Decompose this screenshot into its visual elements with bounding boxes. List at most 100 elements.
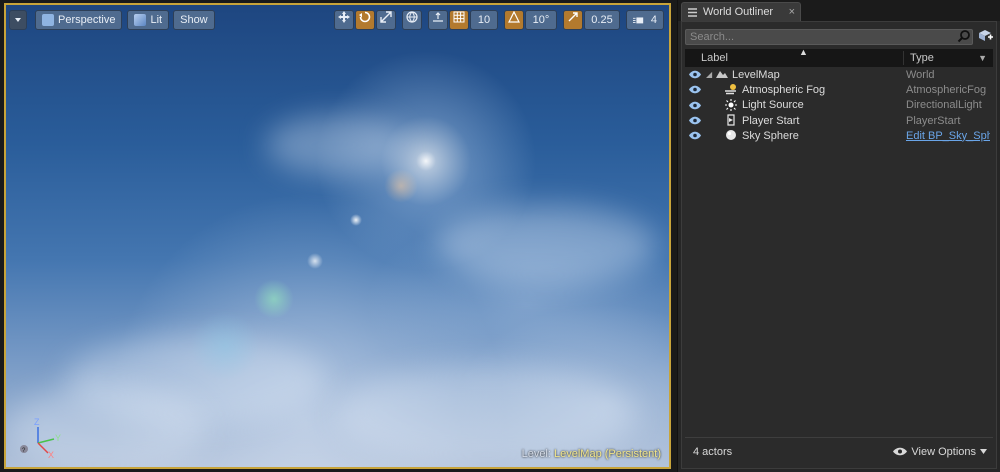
view-options-button[interactable]: View Options [893, 446, 987, 458]
scale-snap-icon [568, 12, 578, 22]
grid-snap-value[interactable]: 10 [470, 10, 498, 30]
lens-flare [307, 253, 323, 269]
world-local-toggle[interactable] [402, 10, 422, 30]
show-label: Show [180, 14, 208, 26]
actor-label: LevelMap [732, 68, 780, 81]
scale-snap-button[interactable] [563, 10, 583, 30]
search-row [685, 28, 993, 46]
actor-type: DirectionalLight [906, 99, 982, 112]
world-outliner-panel: World Outliner × Label ▲ Type ▼ ◢ [677, 0, 1000, 472]
viewport-toolbar-left: Perspective Lit Show [9, 10, 215, 32]
eye-icon [893, 447, 908, 456]
outliner-list-icon [688, 7, 697, 17]
actor-type: PlayerStart [906, 114, 961, 127]
rotate-mode-button[interactable] [355, 10, 375, 30]
close-icon[interactable]: × [789, 6, 795, 18]
grid-snap-button[interactable] [449, 10, 469, 30]
actor-label: Player Start [742, 114, 800, 127]
eye-icon[interactable] [689, 131, 701, 140]
column-divider[interactable] [903, 51, 904, 65]
scale-snap-group: 0.25 [563, 10, 620, 32]
viewport-toolbar-right: 10 10° 0.25 4 [334, 10, 669, 32]
show-button[interactable]: Show [173, 10, 215, 30]
column-header-row: Label ▲ Type ▼ [685, 47, 993, 67]
expand-arrow-icon[interactable]: ◢ [706, 70, 712, 79]
search-input[interactable] [685, 29, 973, 45]
translate-mode-button[interactable] [334, 10, 354, 30]
sort-ascending-icon: ▲ [799, 47, 808, 57]
perspective-label: Perspective [58, 14, 116, 26]
scale-mode-button[interactable] [376, 10, 396, 30]
axis-gizmo: Z Y X ? [20, 417, 61, 459]
sphere-icon [724, 129, 738, 142]
column-header-label[interactable]: Label [701, 52, 728, 64]
camera-speed-value: 4 [650, 14, 657, 26]
rotation-snap-value[interactable]: 10° [525, 10, 557, 30]
scale-snap-value[interactable]: 0.25 [584, 10, 620, 30]
lens-flare [384, 169, 418, 203]
camera-speed-icon [633, 17, 644, 24]
column-header-type[interactable]: Type [910, 52, 934, 64]
actor-list: ◢ LevelMap World Atmospheric Fog Atmosph… [685, 67, 993, 143]
angle-icon [508, 10, 520, 23]
eye-icon[interactable] [689, 70, 701, 79]
chevron-down-icon [980, 449, 987, 454]
rotation-snap-button[interactable] [504, 10, 524, 30]
lens-flare [190, 311, 260, 381]
actor-type: AtmosphericFog [906, 83, 987, 96]
lit-label: Lit [150, 14, 163, 26]
fog-icon [724, 83, 738, 96]
list-item[interactable]: Atmospheric Fog AtmosphericFog [685, 82, 993, 97]
rotation-snap-group: 10° [504, 10, 557, 32]
axis-y-label: Y [55, 433, 61, 443]
column-options-icon[interactable]: ▼ [978, 53, 987, 63]
actor-label: Light Source [742, 99, 804, 112]
eye-icon[interactable] [689, 101, 701, 110]
player-start-icon [724, 114, 738, 127]
eye-icon[interactable] [689, 85, 701, 94]
surface-snap-button[interactable] [428, 10, 448, 30]
perspective-button[interactable]: Perspective [35, 10, 123, 30]
lit-button[interactable]: Lit [127, 10, 170, 30]
grid-icon [453, 11, 465, 23]
actor-count: 4 actors [693, 445, 733, 458]
perspective-icon [42, 14, 54, 26]
tab-world-outliner[interactable]: World Outliner × [681, 2, 801, 21]
transform-mode-group [334, 10, 396, 32]
view-options-label: View Options [911, 445, 976, 458]
actor-label: Atmospheric Fog [742, 83, 826, 96]
tab-title: World Outliner [703, 6, 774, 18]
world-icon [715, 68, 729, 81]
actor-label: Sky Sphere [742, 129, 799, 142]
current-level-label: Level: LevelMap (Persistent) [522, 448, 661, 460]
lens-flare [350, 214, 362, 226]
outliner-footer: 4 actors View Options [685, 437, 993, 465]
rotate-icon [359, 11, 371, 23]
cloud [266, 115, 406, 175]
outliner-tabstrip: World Outliner × [678, 0, 1000, 21]
camera-speed-group: 4 [626, 10, 664, 32]
list-item[interactable]: Player Start PlayerStart [685, 113, 993, 128]
sun-icon [724, 98, 738, 112]
globe-icon [406, 11, 418, 23]
translate-icon [338, 11, 350, 23]
surface-snap-icon [433, 12, 443, 22]
grid-snap-group: 10 [428, 10, 498, 32]
add-actor-icon[interactable] [977, 29, 993, 45]
lit-cube-icon [134, 14, 147, 26]
level-name: LevelMap (Persistent) [554, 448, 661, 460]
level-viewport[interactable]: Perspective Lit Show 10 10° 0.25 4 Z Y X… [4, 3, 671, 469]
outliner-body: Label ▲ Type ▼ ◢ LevelMap World [681, 21, 997, 469]
level-prefix: Level: [521, 448, 551, 460]
lens-flare [254, 279, 294, 319]
eye-icon[interactable] [689, 116, 701, 125]
list-item[interactable]: Sky Sphere Edit BP_Sky_Sphere [685, 128, 993, 143]
search-icon[interactable] [957, 29, 971, 43]
edit-blueprint-link[interactable]: Edit BP_Sky_Sphere [906, 130, 990, 142]
cloud [436, 205, 656, 285]
axis-x-label: X [48, 450, 54, 459]
camera-speed-button[interactable]: 4 [626, 10, 664, 30]
list-item[interactable]: ◢ LevelMap World [685, 67, 993, 82]
list-item[interactable]: Light Source DirectionalLight [685, 98, 993, 113]
viewport-menu-button[interactable] [9, 10, 27, 30]
